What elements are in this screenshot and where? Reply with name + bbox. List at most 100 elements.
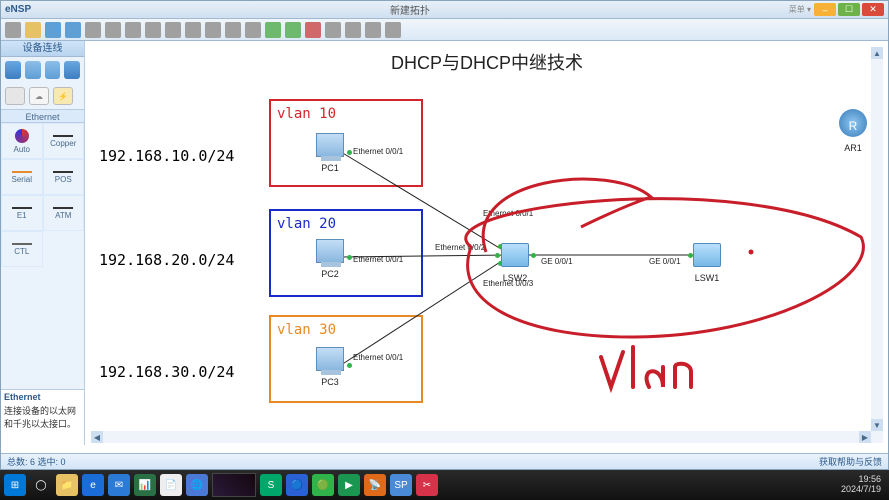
port-dot (347, 255, 352, 260)
document-tab[interactable]: 新建拓扑 (31, 2, 789, 17)
minimize-button[interactable]: – (814, 3, 836, 16)
node-pc3[interactable]: PC3 (316, 347, 344, 387)
fit-icon[interactable] (205, 22, 221, 38)
scroll-down-icon[interactable]: ▼ (871, 419, 883, 431)
sidebar-info: Ethernet 连接设备的以太网和千兆以太接口。 (1, 389, 84, 445)
vlan20-box: vlan 20 (269, 209, 423, 297)
node-pc3-label: PC3 (321, 377, 339, 387)
switch2-device-icon[interactable] (45, 61, 61, 79)
start-icon[interactable] (265, 22, 281, 38)
node-pc1[interactable]: PC1 (316, 133, 344, 173)
snip-icon[interactable]: ✂ (416, 474, 438, 496)
vlan10-label: vlan 10 (277, 106, 336, 122)
user-menu[interactable]: 菜单 ▾ (789, 4, 811, 15)
canvas-scrollbar-v[interactable]: ▲ ▼ (871, 47, 883, 443)
pc-icon (316, 133, 344, 157)
sidebar: 设备连线 ☁ ⚡ Ethernet Auto Copper Serial POS… (1, 41, 85, 445)
scroll-left-icon[interactable]: ◀ (91, 431, 103, 443)
port-lsw1-ge: GE 0/0/1 (649, 257, 681, 266)
refresh-icon[interactable] (145, 22, 161, 38)
cfg-icon[interactable] (365, 22, 381, 38)
status-bar: 总数: 6 选中: 0 获取帮助与反馈 (1, 453, 888, 469)
close-button[interactable]: ✕ (862, 3, 884, 16)
app5-icon[interactable]: SP (390, 474, 412, 496)
app4-icon[interactable]: ▶ (338, 474, 360, 496)
system-clock[interactable]: 19:56 2024/7/19 (841, 475, 885, 495)
cable-auto[interactable]: Auto (1, 123, 43, 159)
cable-pos-label: POS (55, 175, 72, 184)
cable-ctl[interactable]: CTL (1, 231, 43, 267)
cable-atm-label: ATM (55, 211, 71, 220)
node-lsw1[interactable]: LSW1 (693, 243, 721, 283)
node-lsw2[interactable]: LSW2 (501, 243, 529, 283)
start-button[interactable]: ⊞ (4, 474, 26, 496)
save-icon[interactable] (45, 22, 61, 38)
port-pc3: Ethernet 0/0/1 (353, 353, 403, 362)
tool-icon[interactable] (345, 22, 361, 38)
redo-icon[interactable] (125, 22, 141, 38)
undo-icon[interactable] (105, 22, 121, 38)
pc-device-icon[interactable] (5, 87, 25, 105)
cable-pos[interactable]: POS (43, 159, 85, 195)
stop-icon[interactable] (305, 22, 321, 38)
cloud-device-icon[interactable]: ☁ (29, 87, 49, 105)
topology-title: DHCP与DHCP中继技术 (391, 49, 583, 75)
canvas-scrollbar-h[interactable]: ◀ ▶ (91, 431, 883, 443)
fw-device-icon[interactable] (64, 61, 80, 79)
app3-icon[interactable]: 🟢 (312, 474, 334, 496)
cable-serial-label: Serial (12, 175, 32, 184)
cable-copper[interactable]: Copper (43, 123, 85, 159)
save-as-icon[interactable] (65, 22, 81, 38)
print-icon[interactable] (85, 22, 101, 38)
task-thumbnail[interactable] (212, 473, 256, 497)
cable-atm[interactable]: ATM (43, 195, 85, 231)
explorer-icon[interactable]: 📁 (56, 474, 78, 496)
port-dot (347, 150, 352, 155)
subnet-2: 192.168.20.0/24 (99, 251, 234, 269)
cable-copper-label: Copper (50, 139, 76, 148)
port-pc2: Ethernet 0/0/1 (353, 255, 403, 264)
start-all-icon[interactable] (285, 22, 301, 38)
sidebar-info-desc: 连接设备的以太网和千兆以太接口。 (4, 406, 76, 429)
router-icon: R (839, 109, 867, 137)
cortana-icon[interactable]: ◯ (30, 474, 52, 496)
edge-icon[interactable]: e (82, 474, 104, 496)
notes-icon[interactable]: 📄 (160, 474, 182, 496)
cursor-icon[interactable] (5, 22, 21, 38)
zoom-in-icon[interactable] (165, 22, 181, 38)
router-device-icon[interactable] (5, 61, 21, 79)
node-pc2[interactable]: PC2 (316, 239, 344, 279)
help-icon[interactable] (385, 22, 401, 38)
topology-canvas[interactable]: DHCP与DHCP中继技术 192.168.10.0/24 192.168.20… (91, 47, 883, 443)
node-ar1[interactable]: R AR1 (839, 109, 867, 153)
open-icon[interactable] (25, 22, 41, 38)
port-lsw2-e1: Ethernet 0/0/1 (483, 209, 533, 218)
scroll-up-icon[interactable]: ▲ (871, 47, 883, 59)
mail-icon[interactable]: ✉ (108, 474, 130, 496)
status-help-link[interactable]: 获取帮助与反馈 (819, 455, 882, 468)
node-ar1-label: AR1 (844, 143, 862, 153)
port-dot (531, 253, 536, 258)
ensp-taskbar-icon[interactable]: 📡 (364, 474, 386, 496)
browser-icon[interactable]: 🌐 (186, 474, 208, 496)
text-icon[interactable] (225, 22, 241, 38)
cable-serial[interactable]: Serial (1, 159, 43, 195)
sidebar-info-header: Ethernet (4, 392, 81, 402)
link-device-icon[interactable]: ⚡ (53, 87, 73, 105)
title-bar: eNSP 新建拓扑 菜单 ▾ – ☐ ✕ (1, 1, 888, 19)
excel-icon[interactable]: 📊 (134, 474, 156, 496)
zoom-out-icon[interactable] (185, 22, 201, 38)
palette-icon[interactable] (245, 22, 261, 38)
app1-icon[interactable]: S (260, 474, 282, 496)
clock-date: 2024/7/19 (841, 485, 881, 495)
capture-icon[interactable] (325, 22, 341, 38)
cable-auto-label: Auto (14, 145, 30, 154)
switch-device-icon[interactable] (25, 61, 41, 79)
scroll-right-icon[interactable]: ▶ (859, 431, 871, 443)
cable-ctl-label: CTL (14, 247, 29, 256)
app2-icon[interactable]: 🔵 (286, 474, 308, 496)
app-title: eNSP (5, 4, 31, 15)
cable-e1[interactable]: E1 (1, 195, 43, 231)
port-lsw2-e3: Ethernet 0/0/3 (483, 279, 533, 288)
maximize-button[interactable]: ☐ (838, 3, 860, 16)
